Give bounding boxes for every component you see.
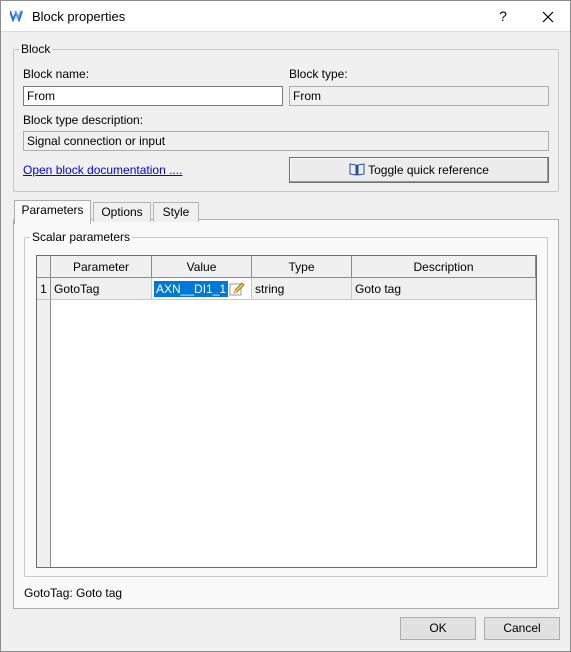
tab-options[interactable]: Options (93, 202, 151, 222)
block-type-field: From (289, 86, 549, 106)
column-header-value[interactable]: Value (152, 256, 252, 278)
app-logo-icon (10, 10, 23, 22)
cell-parameter-name[interactable]: GotoTag (51, 278, 152, 300)
column-header-parameter[interactable]: Parameter (51, 256, 152, 278)
block-description-label: Block type description: (23, 113, 144, 127)
block-type-label: Block type: (289, 67, 348, 81)
cancel-button[interactable]: Cancel (484, 617, 560, 640)
window-title: Block properties (32, 9, 126, 24)
cell-type[interactable]: string (252, 278, 352, 300)
column-header-type[interactable]: Type (252, 256, 352, 278)
cell-value-editor[interactable]: AXN__DI1_1 (152, 278, 252, 300)
scalar-parameters-legend: Scalar parameters (32, 230, 131, 244)
row-header-column (37, 300, 51, 567)
toggle-quick-reference-button[interactable]: Toggle quick reference (289, 157, 549, 183)
help-button[interactable]: ? (485, 1, 521, 32)
block-group-legend: Block (21, 42, 51, 56)
pencil-icon[interactable] (229, 281, 245, 297)
value-input[interactable]: AXN__DI1_1 (154, 281, 229, 297)
cell-description[interactable]: Goto tag (352, 278, 536, 300)
book-icon (349, 163, 365, 176)
close-button[interactable] (528, 1, 568, 32)
ok-button[interactable]: OK (400, 617, 476, 640)
parameter-status-text: GotoTag: Goto tag (24, 586, 123, 600)
block-name-input[interactable]: From (23, 86, 283, 106)
tab-parameters[interactable]: Parameters (14, 200, 91, 224)
block-name-label: Block name: (23, 67, 90, 81)
open-documentation-link[interactable]: Open block documentation .... (23, 163, 182, 177)
row-header[interactable]: 1 (37, 278, 51, 300)
toggle-quick-reference-label: Toggle quick reference (368, 163, 489, 177)
tab-style[interactable]: Style (153, 202, 199, 222)
parameters-table: Parameter Value Type Description 1 GotoT… (36, 255, 537, 568)
block-description-field: Signal connection or input (23, 131, 549, 151)
title-bar: Block properties ? (1, 1, 570, 32)
close-icon (542, 11, 554, 23)
block-properties-dialog: Block properties ? Block Block name: Fro… (0, 0, 571, 652)
table-corner (37, 256, 51, 278)
column-header-description[interactable]: Description (352, 256, 536, 278)
